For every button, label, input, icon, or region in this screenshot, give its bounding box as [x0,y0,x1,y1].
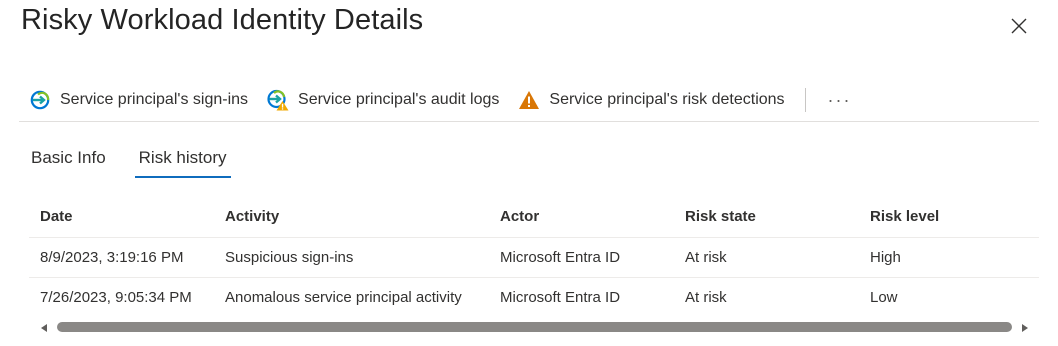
toolbar-item-label: Service principal's risk detections [549,91,785,108]
toolbar-item-label: Service principal's sign-ins [60,91,249,108]
panel-title: Risky Workload Identity Details [21,4,424,36]
column-header-risk-state[interactable]: Risk state [674,208,859,225]
cell-date: 7/26/2023, 9:05:34 PM [40,289,192,306]
cell-risk-state: At risk [685,249,727,266]
cell-risk-state: At risk [685,289,727,306]
cell-activity: Anomalous service principal activity [225,289,462,306]
audit-log-warning-icon [267,89,289,111]
warning-triangle-icon [518,89,540,111]
tab-list: Basic Info Risk history [21,140,237,180]
close-icon [1011,18,1027,34]
cell-date: 8/9/2023, 3:19:16 PM [40,249,184,266]
service-principal-audit-logs-button[interactable]: Service principal's audit logs [267,80,499,120]
more-options-button[interactable]: ··· [824,91,856,109]
column-header-activity[interactable]: Activity [214,208,489,225]
scrollbar-thumb[interactable] [57,322,1012,332]
caret-right-icon [1022,324,1028,332]
column-header-risk-level[interactable]: Risk level [859,208,1039,225]
tab-basic-info[interactable]: Basic Info [21,140,116,178]
scroll-left-button[interactable] [38,321,50,333]
horizontal-scrollbar[interactable] [29,318,1039,336]
cell-risk-level: High [870,249,901,266]
scroll-right-button[interactable] [1019,321,1031,333]
table-header-row: Date Activity Actor Risk state Risk leve… [29,195,1039,238]
column-header-date[interactable]: Date [29,208,214,225]
toolbar-item-label: Service principal's audit logs [298,91,500,108]
cell-activity: Suspicious sign-ins [225,249,354,266]
toolbar-divider [804,88,806,112]
sign-in-arrow-icon [29,89,51,111]
cell-risk-level: Low [870,289,898,306]
tab-risk-history[interactable]: Risk history [129,140,237,178]
service-principal-sign-ins-button[interactable]: Service principal's sign-ins [29,80,248,120]
column-header-actor[interactable]: Actor [489,208,674,225]
cell-actor: Microsoft Entra ID [500,249,621,266]
risk-history-table: Date Activity Actor Risk state Risk leve… [29,195,1039,317]
service-principal-risk-detections-button[interactable]: Service principal's risk detections [518,80,785,120]
caret-left-icon [41,324,47,332]
command-bar: Service principal's sign-ins Service pri… [19,79,1039,122]
cell-actor: Microsoft Entra ID [500,289,621,306]
close-button[interactable] [1006,13,1032,39]
table-row[interactable]: 8/9/2023, 3:19:16 PM Suspicious sign-ins… [29,238,1039,278]
scrollbar-track[interactable] [57,322,1012,332]
table-row[interactable]: 7/26/2023, 9:05:34 PM Anomalous service … [29,278,1039,317]
